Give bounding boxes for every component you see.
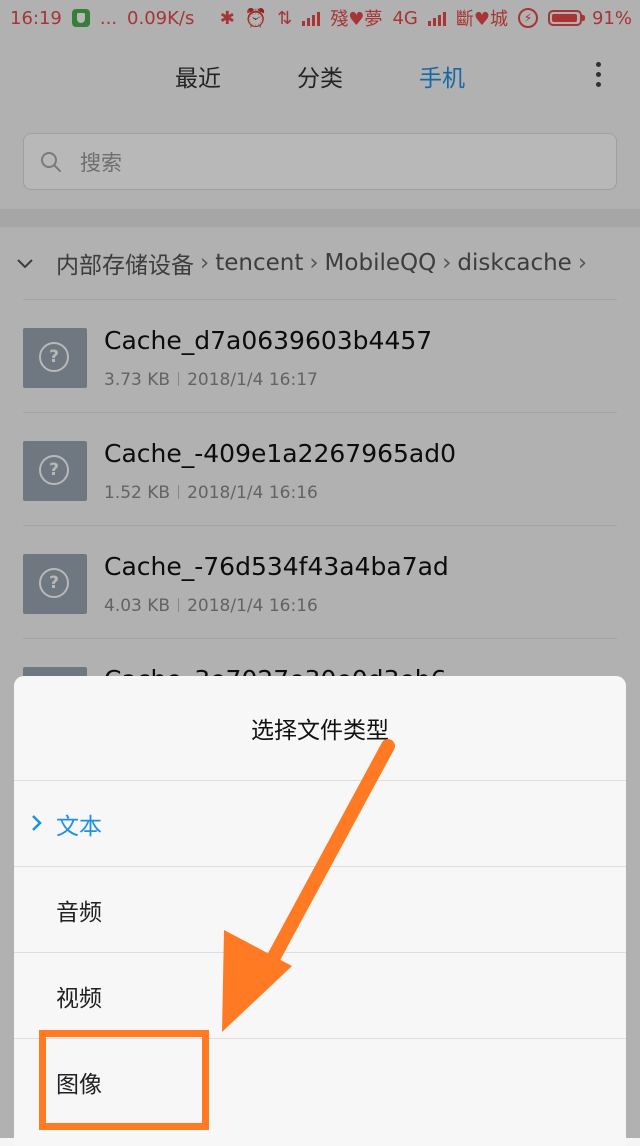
chevron-right-icon <box>32 815 42 831</box>
option-label: 视频 <box>56 985 102 1012</box>
option-video[interactable]: 视频 <box>14 952 626 1038</box>
option-text[interactable]: 文本 <box>14 780 626 866</box>
option-audio[interactable]: 音频 <box>14 866 626 952</box>
annotation-highlight-box <box>39 1030 209 1130</box>
option-label: 文本 <box>56 813 102 840</box>
dialog-title: 选择文件类型 <box>251 718 389 744</box>
option-label: 音频 <box>56 899 102 926</box>
